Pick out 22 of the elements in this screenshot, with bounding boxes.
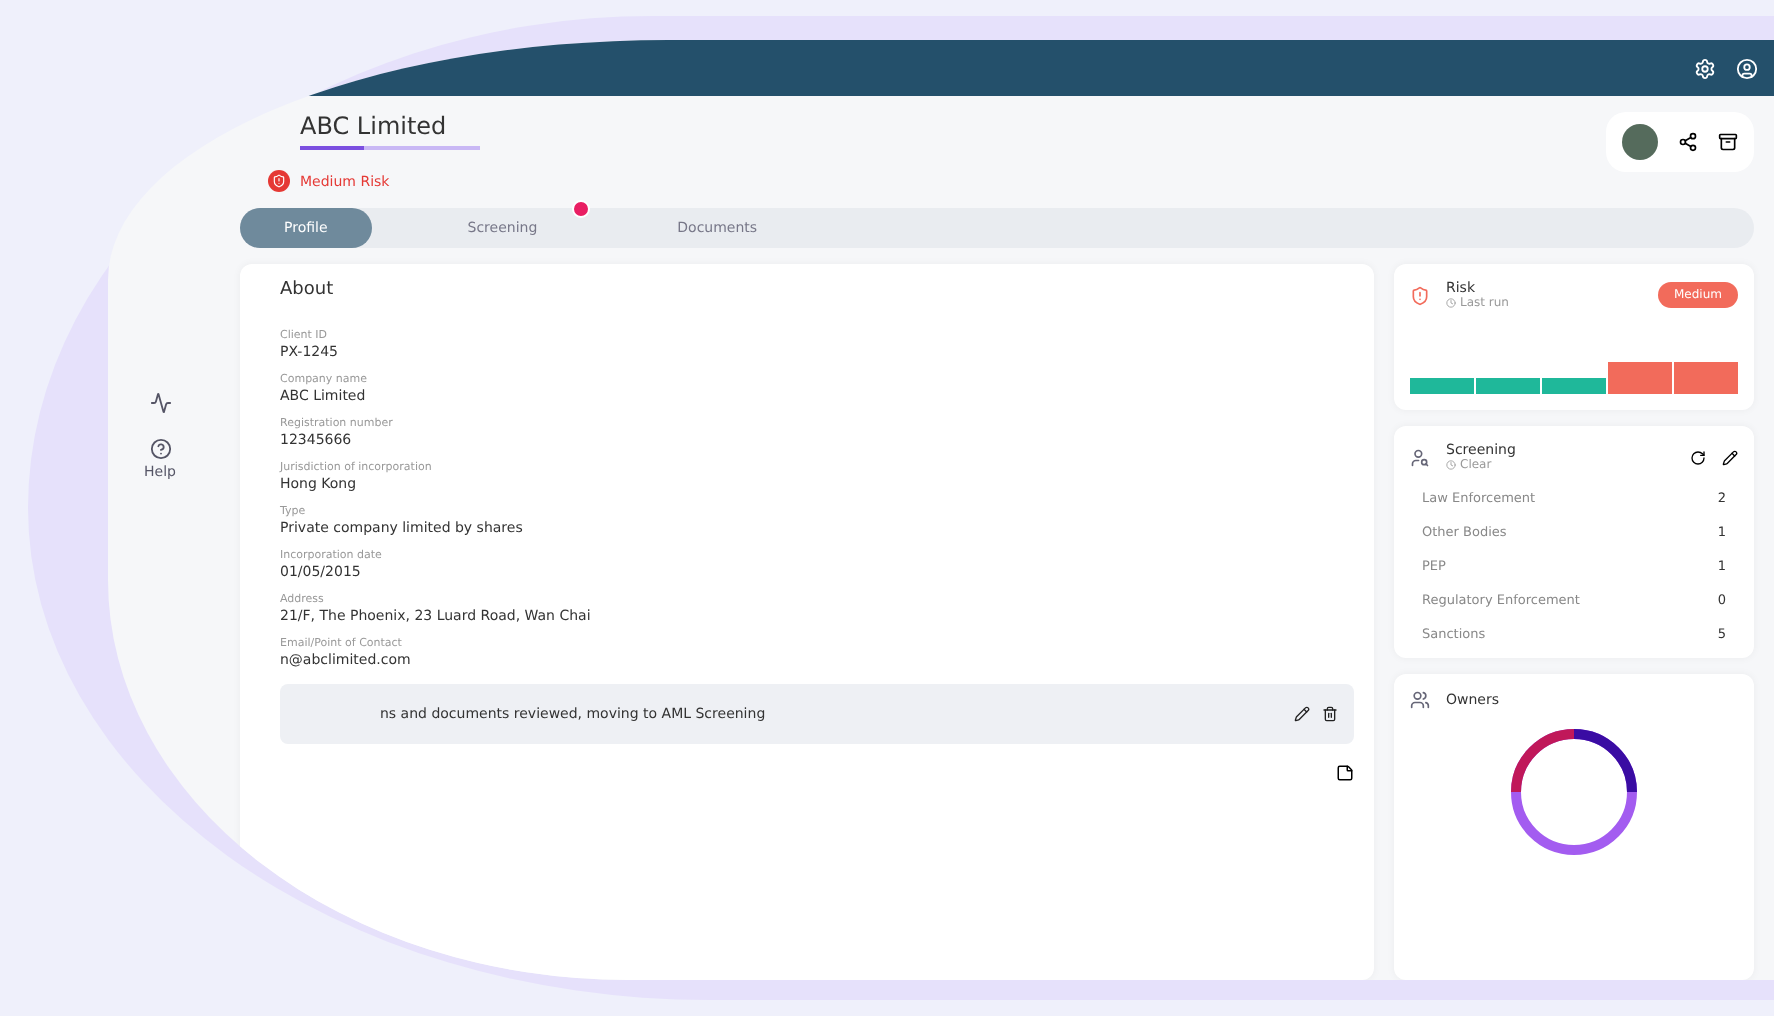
line-chart-icon[interactable] [149, 392, 171, 414]
donut-drawing [1508, 726, 1640, 858]
edit-icon[interactable] [1294, 706, 1310, 722]
settings-icon[interactable] [1694, 57, 1716, 79]
account-icon[interactable] [1736, 57, 1758, 79]
card-title: About [280, 280, 336, 300]
clock-icon [1446, 460, 1456, 470]
notification-badge [571, 200, 590, 218]
refresh-icon[interactable] [1690, 449, 1706, 465]
archive-icon[interactable] [1718, 132, 1738, 152]
help-icon[interactable] [149, 438, 171, 460]
risk-icon [268, 170, 290, 192]
people-icon [1410, 690, 1430, 710]
shield-icon [1410, 285, 1430, 305]
person-search-icon [1410, 447, 1430, 467]
avatar[interactable] [1622, 124, 1658, 160]
entity-name: ABC Limited [300, 112, 449, 140]
note-icon[interactable] [1336, 764, 1354, 782]
delete-icon[interactable] [1322, 706, 1338, 722]
edit-icon[interactable] [1722, 449, 1738, 465]
clock-icon [1446, 298, 1456, 308]
share-icon[interactable] [1678, 132, 1698, 152]
